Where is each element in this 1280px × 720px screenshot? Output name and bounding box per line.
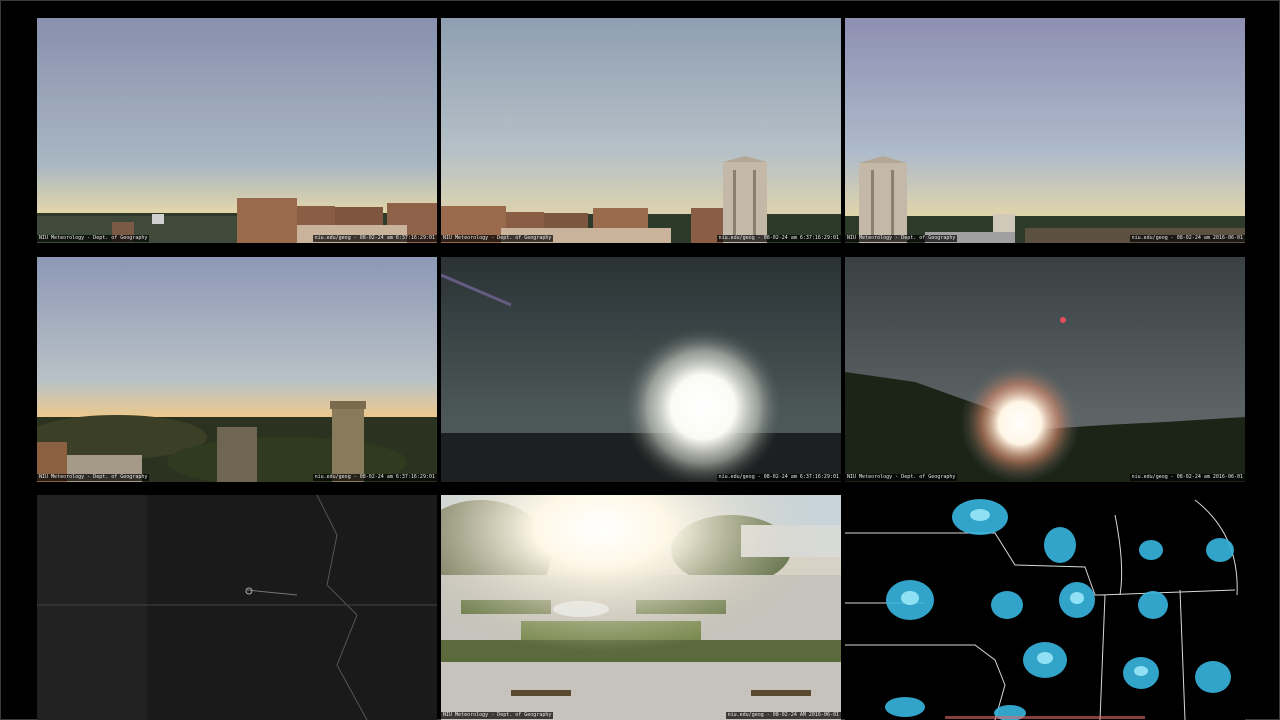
webcam-image-1 — [37, 18, 437, 243]
webcam-tile-4[interactable]: NIU Meteorology - Dept. of Geography niu… — [37, 257, 437, 482]
caption-left: NIU Meteorology - Dept. of Geography — [845, 235, 958, 242]
webcam-grid: NIU Meteorology - Dept. of Geography niu… — [0, 0, 1280, 720]
radar-map — [845, 495, 1245, 720]
webcam-tile-5[interactable]: niu.edu/geog - 08-02-24 am 6:37:16:29:01 — [441, 257, 841, 482]
caption-right: niu.edu/geog - 08-02-24 am 6:37:16:29:01 — [312, 235, 437, 242]
webcam-image-6 — [845, 257, 1245, 482]
caption-left: NIU Meteorology - Dept. of Geography — [37, 235, 150, 242]
caption-right: niu.edu/geog - 08-02-24 am 6:37:16:29:01 — [312, 474, 437, 481]
caption-left: NIU Meteorology - Dept. of Geography — [441, 712, 554, 719]
webcam-tile-1[interactable]: NIU Meteorology - Dept. of Geography niu… — [37, 18, 437, 243]
satellite-image — [37, 495, 437, 720]
webcam-tile-3[interactable]: NIU Meteorology - Dept. of Geography niu… — [845, 18, 1245, 243]
caption-right: niu.edu/geog - 08-02-24 am 2016-06-01 — [1129, 235, 1245, 242]
caption-right: niu.edu/geog - 08-02-24 am 6:37:16:29:01 — [716, 235, 841, 242]
webcam-tile-8[interactable]: NIU Meteorology - Dept. of Geography niu… — [441, 495, 841, 720]
caption-left: NIU Meteorology - Dept. of Geography — [37, 474, 150, 481]
webcam-tile-2[interactable]: NIU Meteorology - Dept. of Geography niu… — [441, 18, 841, 243]
webcam-tile-6[interactable]: NIU Meteorology - Dept. of Geography niu… — [845, 257, 1245, 482]
caption-right: niu.edu/geog - 08-02-24 am 2016-06-01 — [1129, 474, 1245, 481]
satellite-tile[interactable] — [37, 495, 437, 720]
radar-tile[interactable] — [845, 495, 1245, 720]
caption-right: niu.edu/geog - 08-02-24 am 6:37:16:29:01 — [716, 474, 841, 481]
caption-left: NIU Meteorology - Dept. of Geography — [845, 474, 958, 481]
webcam-image-3 — [845, 18, 1245, 243]
caption-right: niu.edu/geog - 08-02-24 AM 2016-06-01 — [725, 712, 841, 719]
webcam-image-8 — [441, 495, 841, 720]
webcam-image-4 — [37, 257, 437, 482]
caption-left: NIU Meteorology - Dept. of Geography — [441, 235, 554, 242]
webcam-image-2 — [441, 18, 841, 243]
webcam-image-5 — [441, 257, 841, 482]
